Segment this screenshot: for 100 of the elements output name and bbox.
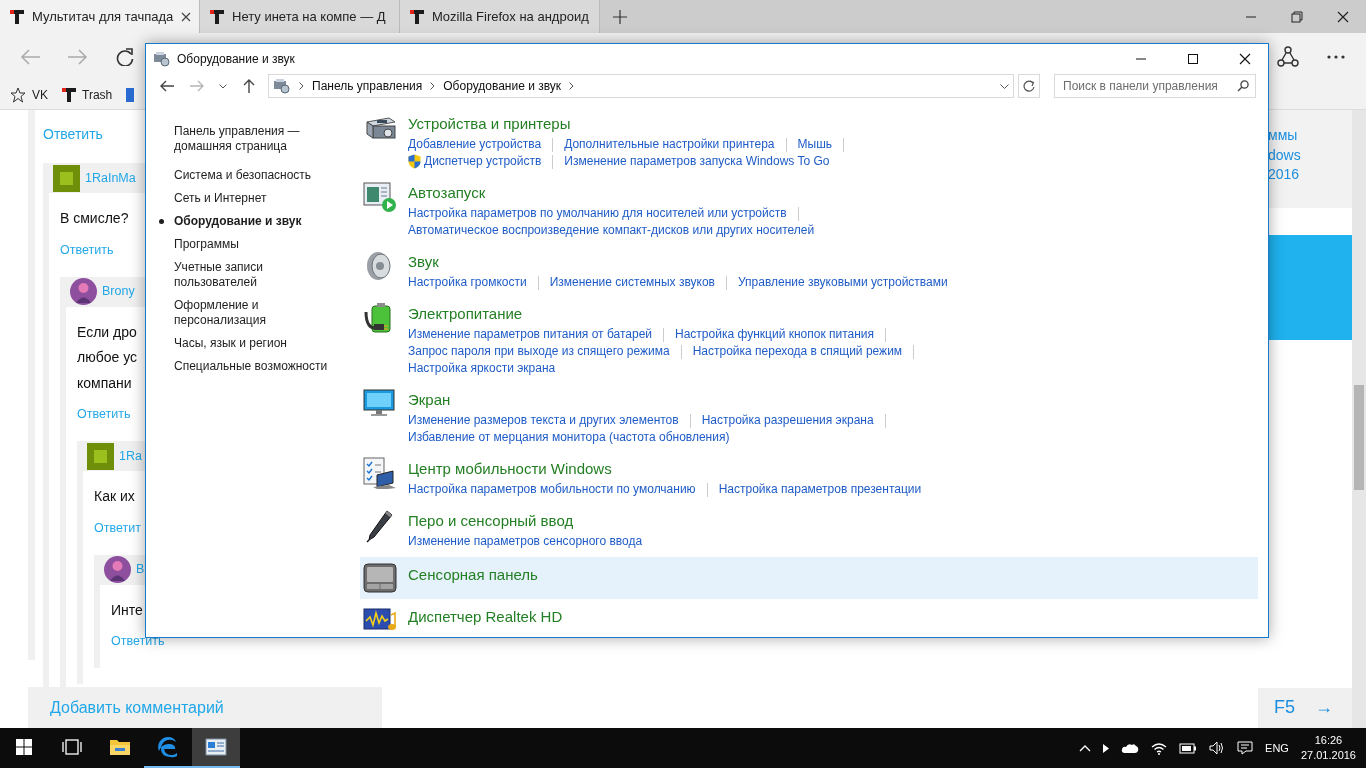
control-panel-icon [273, 78, 291, 94]
settings-link[interactable]: Изменение размеров текста и других элементов [408, 412, 679, 429]
settings-link[interactable]: Мышь [797, 136, 832, 153]
close-icon[interactable] [181, 11, 192, 22]
category-title[interactable]: Перо и сенсорный ввод [408, 512, 574, 530]
refresh-icon[interactable] [116, 47, 136, 66]
sidebar-link[interactable]: Учетные записи пользователей [174, 260, 349, 290]
settings-link[interactable]: Настройка параметров презентации [718, 481, 922, 498]
category-title[interactable]: Звук [408, 253, 439, 271]
settings-link[interactable]: Избавление от мерцания монитора (частота обновления) [408, 429, 730, 446]
settings-link[interactable]: Настройка яркости экрана [408, 360, 556, 377]
sidebar-link[interactable]: Панель управления — домашняя страница [174, 124, 349, 154]
clock-time[interactable]: 16:26 [1300, 733, 1356, 748]
settings-link[interactable]: Настройка громкости [408, 274, 527, 291]
share-icon[interactable] [1277, 45, 1299, 68]
settings-link[interactable]: Настройка функций кнопок питания [675, 326, 875, 343]
start-icon[interactable] [16, 739, 32, 755]
scrollbar[interactable] [1352, 110, 1366, 728]
monitor-icon [363, 388, 397, 418]
settings-link[interactable]: Настройка параметров мобильности по умолчанию [408, 481, 696, 498]
settings-link[interactable]: Изменение параметров сенсорного ввода [408, 533, 643, 550]
browser-tab[interactable]: Нету инета на компе — Д [200, 0, 400, 33]
scrollbar-thumb[interactable] [1354, 385, 1364, 490]
language-indicator[interactable]: ENG [1265, 739, 1289, 757]
settings-link[interactable]: Дополнительные настройки принтера [564, 136, 775, 153]
notifications-icon[interactable] [1237, 741, 1254, 755]
laptop-checklist-icon [363, 457, 397, 489]
site-logo-icon [10, 9, 24, 24]
shield-icon [408, 154, 421, 169]
sidebar-link[interactable]: Сеть и Интернет [174, 191, 267, 206]
comment-text: компани [77, 373, 132, 393]
favorite-link[interactable]: Trash [62, 85, 113, 104]
avatar [70, 278, 97, 305]
sidebar-link[interactable]: Оборудование и звук [174, 214, 302, 229]
play-icon[interactable] [1103, 743, 1110, 753]
avatar [104, 556, 131, 583]
comment-text: любое ус [77, 348, 137, 367]
dropdown-icon[interactable] [219, 83, 227, 89]
cloud-icon[interactable] [1121, 742, 1140, 754]
category-title[interactable]: Экран [408, 391, 451, 409]
settings-link[interactable]: Автоматическое воспроизведение компакт-дисков или других носителей [408, 222, 815, 239]
pen-icon [365, 509, 395, 543]
category-row-highlight[interactable]: Сенсорная панель [360, 557, 1258, 599]
volume-icon[interactable] [1209, 741, 1226, 755]
category-title[interactable]: Диспетчер Realtek HD [408, 608, 563, 626]
breadcrumb[interactable]: Панель управления [312, 77, 423, 95]
sidebar-link[interactable]: Система и безопасность [174, 168, 312, 183]
monitor-play-icon [363, 181, 397, 213]
settings-link[interactable]: Настройка параметров по умолчанию для носителей или устройств [408, 205, 787, 222]
settings-link[interactable]: Изменение системных звуков [549, 274, 715, 291]
sidebar-link[interactable]: Оформление и персонализация [174, 298, 349, 328]
address-bar[interactable]: Панель управления Оборудование и звук [268, 74, 1014, 98]
site-logo-icon [62, 87, 76, 102]
browser-tab[interactable]: Mozilla Firefox на андроид [400, 0, 600, 33]
favorite-link[interactable]: VK [10, 85, 48, 104]
control-panel-icon [153, 51, 171, 67]
restore-icon[interactable] [1291, 10, 1303, 23]
sidebar-link[interactable]: Программы [174, 237, 239, 252]
settings-link[interactable]: Диспетчер устройств [408, 153, 542, 170]
back-icon[interactable] [160, 79, 174, 93]
task-view-icon[interactable] [62, 739, 82, 755]
site-logo-icon [410, 9, 424, 24]
settings-link[interactable]: Запрос пароля при выходе из спящего режима [408, 343, 670, 360]
comment-text: В смисле? [60, 209, 129, 228]
settings-link[interactable]: Управление звуковыми устройствами [737, 274, 948, 291]
chevron-icon [569, 82, 575, 90]
settings-link[interactable]: Изменение параметров питания от батарей [408, 326, 653, 343]
category-title[interactable]: Автозапуск [408, 184, 486, 202]
category-title[interactable]: Электропитание [408, 305, 523, 323]
avatar [87, 442, 114, 470]
settings-link[interactable]: Настройка перехода в спящий режим [692, 343, 903, 360]
maximize-icon[interactable] [1187, 53, 1199, 65]
wifi-icon[interactable] [1151, 741, 1168, 755]
category-title[interactable]: Центр мобильности Windows [408, 460, 612, 478]
control-panel-icon[interactable] [205, 738, 227, 756]
chevron-up-icon[interactable] [1079, 744, 1092, 752]
dropdown-icon[interactable] [1000, 83, 1009, 89]
settings-link[interactable]: Настройка разрешения экрана [701, 412, 874, 429]
settings-link[interactable]: Добавление устройства [408, 136, 542, 153]
close-icon[interactable] [1337, 10, 1349, 23]
star-icon [10, 86, 26, 103]
chevron-icon [430, 82, 436, 90]
touchpad-icon [363, 563, 397, 593]
sidebar-link[interactable]: Часы, язык и регион [174, 336, 287, 351]
search-field[interactable]: Поиск в панели управления [1054, 74, 1256, 98]
battery-icon[interactable] [1179, 742, 1198, 754]
breadcrumb[interactable]: Оборудование и звук [443, 77, 562, 95]
browser-tab[interactable]: Мультитач для тачпада [0, 0, 200, 33]
up-icon[interactable] [243, 79, 255, 93]
more-icon[interactable] [1327, 54, 1345, 59]
bookmark-icon [126, 87, 135, 102]
edge-icon[interactable] [157, 736, 179, 758]
clock-date[interactable]: 27.01.2016 [1300, 748, 1356, 763]
category-title[interactable]: Сенсорная панель [408, 566, 538, 584]
close-icon[interactable] [1239, 53, 1251, 65]
refresh-icon[interactable] [1023, 80, 1035, 92]
folder-icon[interactable] [109, 738, 131, 756]
category-title[interactable]: Устройства и принтеры [408, 115, 571, 133]
settings-link[interactable]: Изменение параметров запуска Windows To Go [564, 153, 830, 170]
sidebar-link[interactable]: Специальные возможности [174, 359, 328, 374]
